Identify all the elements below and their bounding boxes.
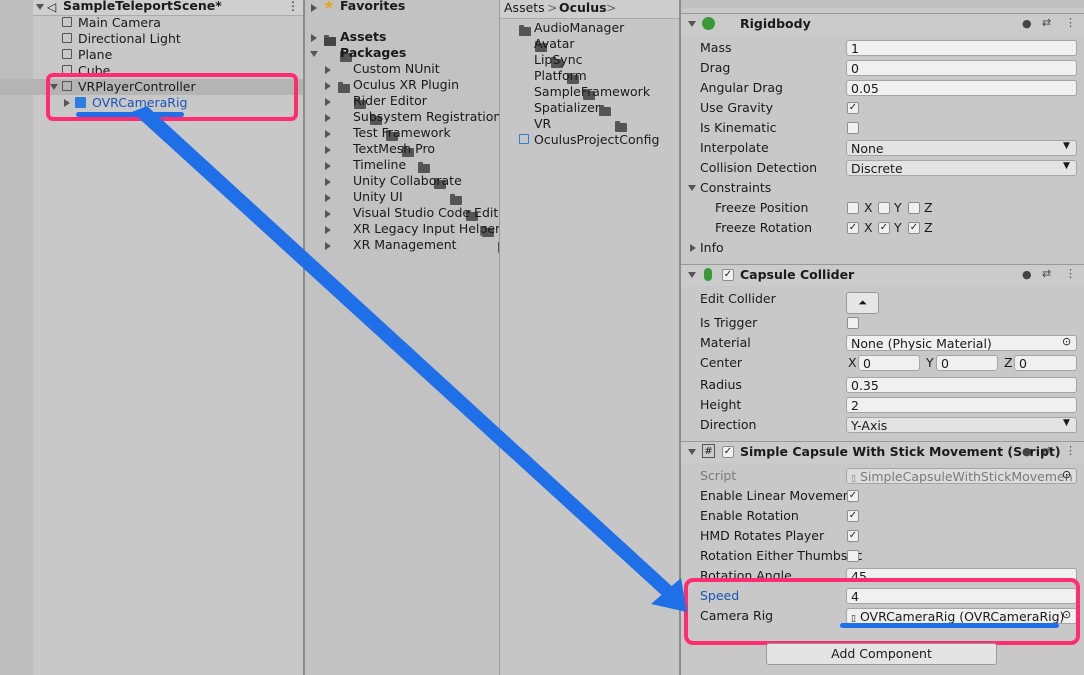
drag-arrow-shaft <box>132 106 676 599</box>
drag-arrow <box>132 106 687 612</box>
